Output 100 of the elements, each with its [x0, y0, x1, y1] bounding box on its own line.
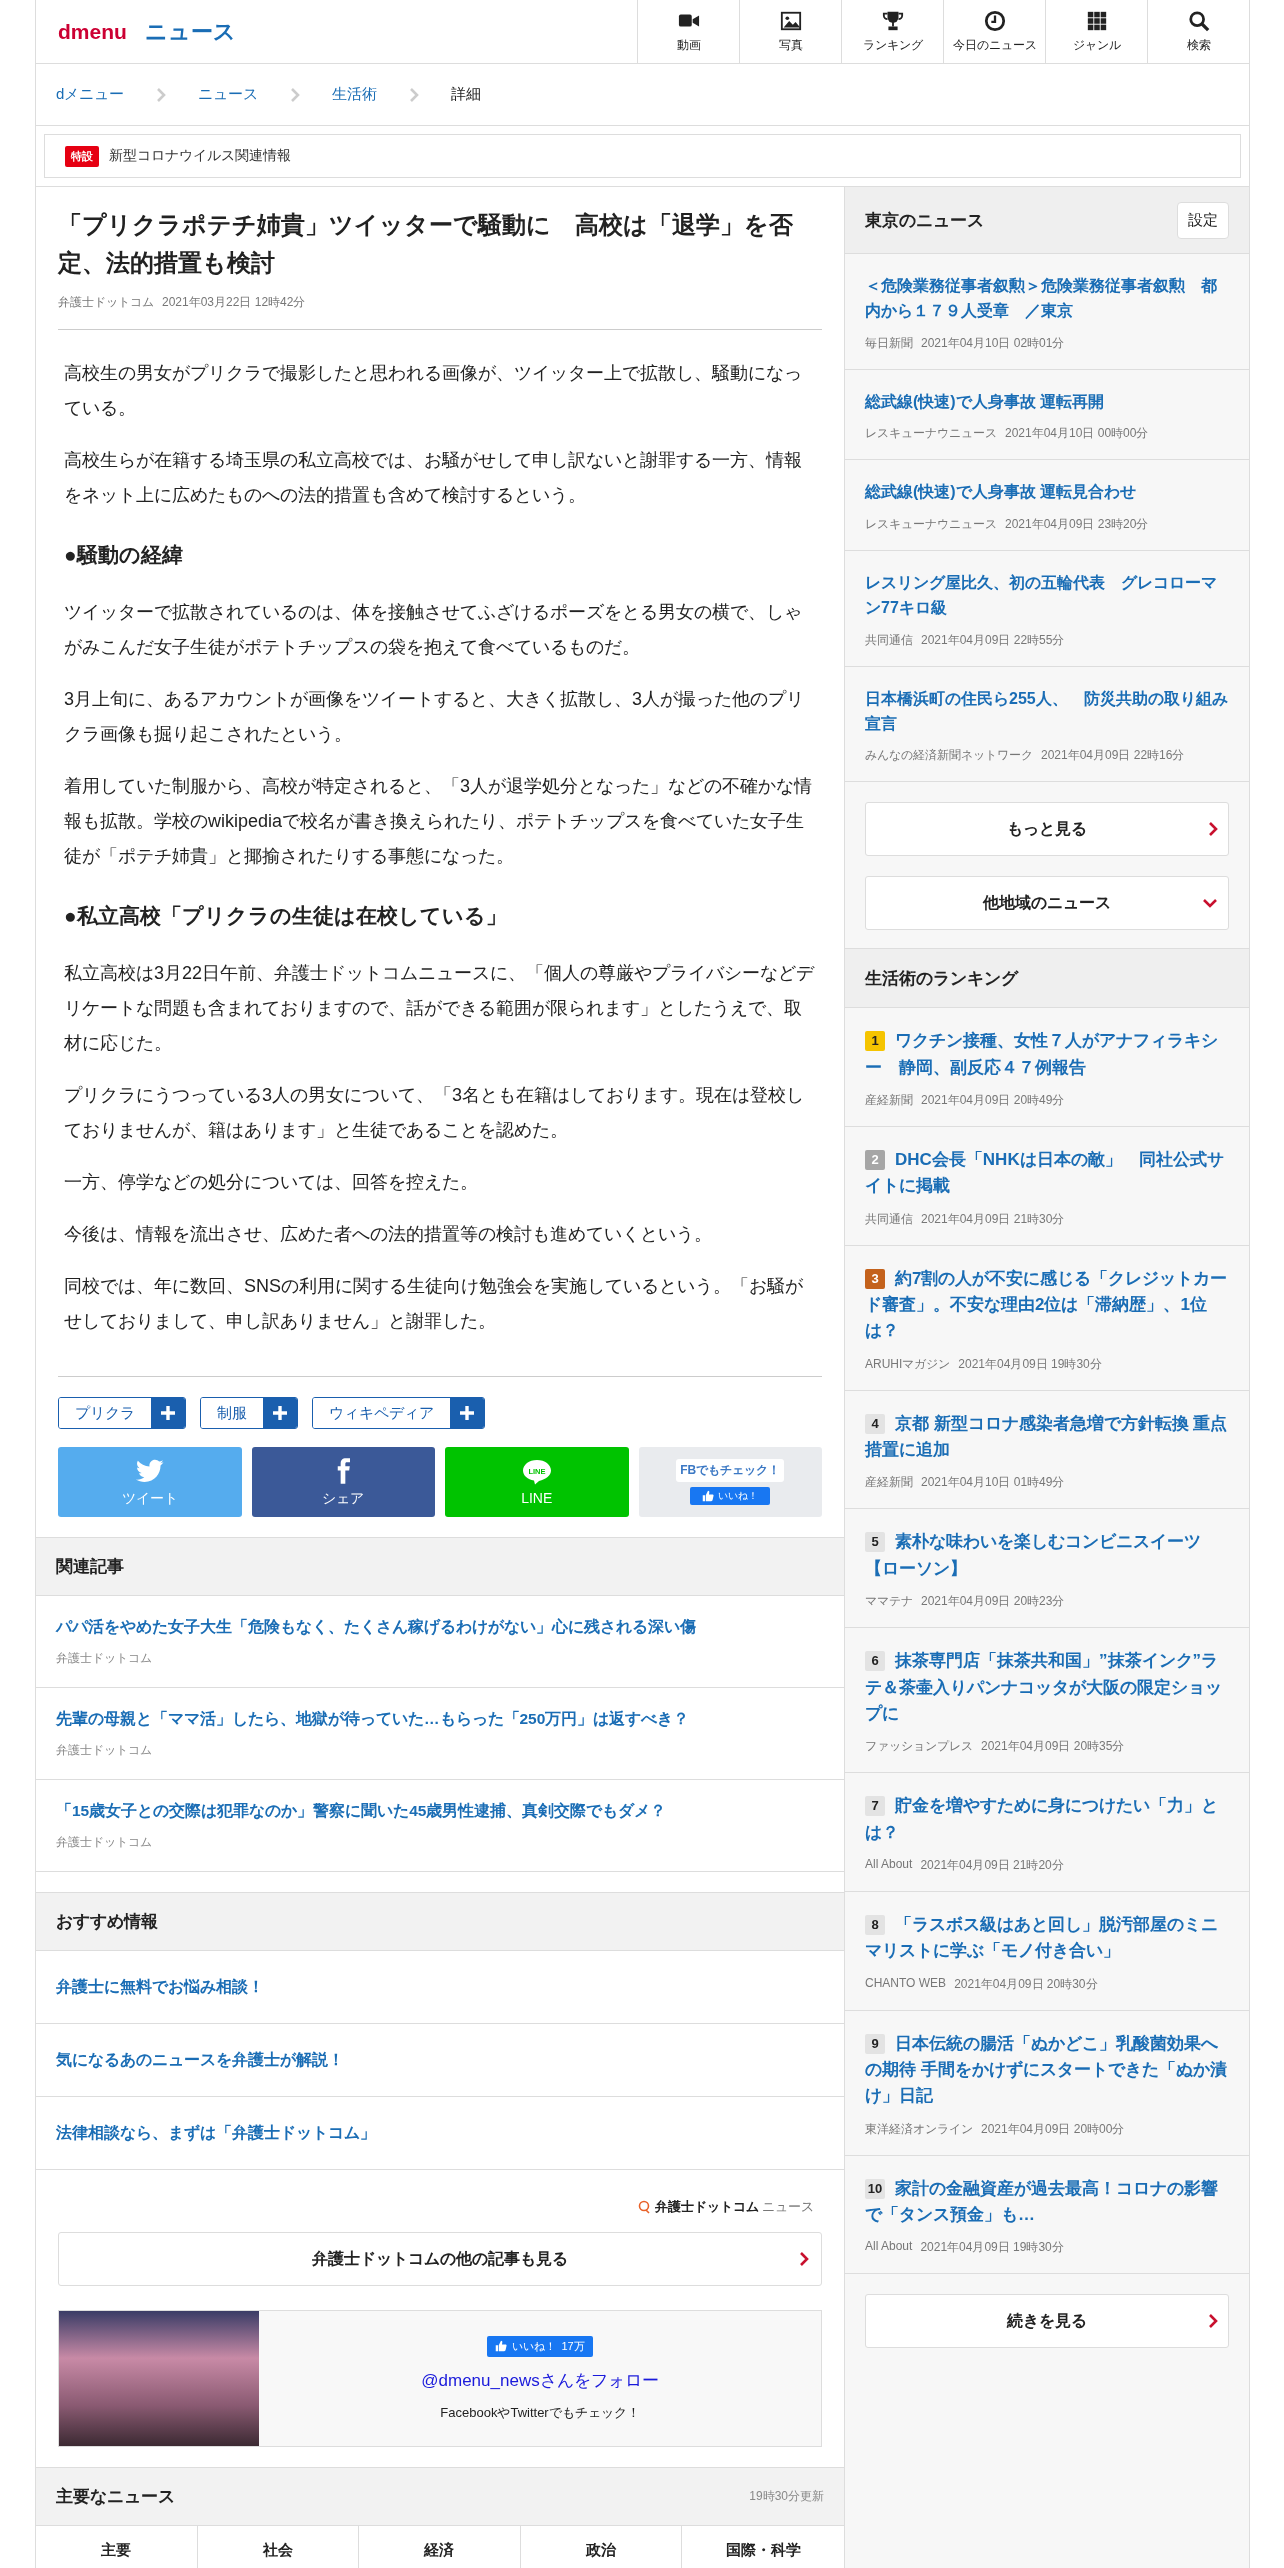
news-date: 2021年04月09日 21時20分 [920, 1856, 1064, 1874]
breadcrumb-link[interactable]: 生活術 [332, 85, 378, 104]
settings-button[interactable]: 設定 [1177, 201, 1229, 239]
section-heading: ●私立高校「プリクラの生徒は在校している」 [64, 903, 508, 930]
nav-link[interactable]: 今日のニュース [943, 0, 1045, 63]
follow-link[interactable]: @dmenu_newsさんをフォロー [421, 2368, 659, 2392]
news-date: 2021年04月10日 00時00分 [1005, 425, 1149, 443]
news-source: ママテナ [865, 1593, 913, 1611]
news-date: 2021年04月09日 22時16分 [1041, 747, 1185, 765]
more-button[interactable]: 続きを見る [865, 2294, 1229, 2349]
add-tag-button[interactable] [263, 1398, 297, 1429]
dmenu-logo[interactable]: dmenu [58, 19, 127, 44]
section-heading: ●騒動の経緯 [64, 542, 184, 569]
special-badge: 特設 [65, 145, 99, 167]
article-paragraph: 3月上旬に、あるアカウントが画像をツイートすると、大きく拡散し、3人が撮った他のプリクラ画像も掘り起こされたという。 [64, 688, 806, 747]
ranking-link[interactable]: 5 素朴な味わいを楽しむコンビニスイーツ【ローソン】 [865, 1529, 1229, 1583]
article-link[interactable]: パパ活をやめた女子大生「危険もなく、たくさん稼げるわけがない」心に残される深い傷 [56, 1617, 824, 1639]
provider-logo-suffix: ニュース [762, 2198, 814, 2217]
plus-icon [459, 1405, 475, 1422]
share-button[interactable]: シェア [251, 1447, 435, 1518]
chevron-right-icon [156, 86, 167, 103]
chevron-right-icon [1208, 821, 1218, 838]
article-link[interactable]: 法律相談なら、まずは「弁護士ドットコム」 [56, 2123, 824, 2145]
nav-link[interactable]: 動画 [637, 0, 739, 63]
news-source: みんなの経済新聞ネットワーク [865, 747, 1033, 765]
news-link[interactable]: 総武線(快速)で人身事故 運転見合わせ [865, 480, 1229, 506]
article-paragraph: ツイッターで拡散されているのは、体を接触させてふざけるポーズをとる男女の横で、しゃがみこんだ女子生徒がポテトチップスの袋を抱えて食べているものだ。 [64, 601, 803, 660]
rank-badge: 10 [865, 2178, 885, 2199]
news-link[interactable]: レスリング屋比久、初の五輪代表 グレコローマン77キロ級 [865, 571, 1229, 621]
more-articles-button[interactable]: 弁護士ドットコムの他の記事も見る [58, 2232, 822, 2287]
article-source: 弁護士ドットコム [58, 294, 154, 312]
section-header: 関連記事 [36, 1537, 844, 1597]
article-paragraph: プリクラにうつっている3人の男女について、「3名とも在籍はしております。現在は登校しておりませんが、籍はあります」と生徒であることを認めた。 [64, 1084, 806, 1143]
search-icon [1187, 10, 1210, 32]
section-header: 主要なニュース [56, 2486, 175, 2509]
ranking-link[interactable]: 9 日本伝統の腸活「ぬかどこ」乳酸菌効果への期待 手間をかけずにスタートできた「ぬか漬け」日記 [865, 2030, 1229, 2110]
breadcrumb-link[interactable]: ニュース [198, 85, 259, 104]
like-button[interactable]: いいね！ [690, 1487, 771, 1506]
ranking-link[interactable]: 7 貯金を増やすために身につけたい「力」とは？ [865, 1793, 1229, 1846]
update-time: 19時30分更新 [749, 2488, 824, 2506]
clock-icon [983, 10, 1006, 32]
news-source: レスキューナウニュース [865, 516, 997, 534]
rank-badge: 4 [865, 1413, 885, 1434]
article-source: 弁護士ドットコム [56, 1650, 153, 1668]
news-source: All About [865, 1856, 913, 1873]
news-source: 共同通信 [865, 631, 913, 649]
news-source: 産経新聞 [865, 1474, 913, 1492]
ranking-link[interactable]: 10 家計の金融資産が過去最高！コロナの影響で「タンス預金」も… [865, 2175, 1229, 2229]
add-tag-button[interactable] [450, 1398, 484, 1429]
news-date: 2021年04月09日 23時20分 [1005, 516, 1149, 534]
article-paragraph: 高校生らが在籍する埼玉県の私立高校では、お騒がせして申し訳ないと謝罪する一方、情報をネット上に広めたものへの法的措置も含めて検討するという。 [64, 449, 803, 508]
news-source: 毎日新聞 [865, 334, 913, 352]
chevron-down-icon [1202, 898, 1218, 909]
rank-badge: 5 [865, 1532, 885, 1553]
ranking-link[interactable]: 4 京都 新型コロナ感染者急増で方針転換 重点措置に追加 [865, 1410, 1229, 1464]
section-header: 生活術のランキング [865, 967, 1018, 990]
news-date: 2021年04月09日 20時23分 [921, 1593, 1065, 1611]
article-link[interactable]: 弁護士に無料でお悩み相談！ [56, 1977, 824, 1999]
article-link[interactable]: 気になるあのニュースを弁護士が解説！ [56, 2050, 824, 2072]
ranking-link[interactable]: 8 「ラスボス級はあと回し」脱汚部屋のミニマリストに学ぶ「モノ付き合い」 [865, 1911, 1229, 1965]
breadcrumb-current: 詳細 [451, 85, 482, 104]
ranking-link[interactable]: 6 抹茶専門店「抹茶共和国」”抹茶インク”ラテ＆茶壷入りパンナコッタが大阪の限定ショップに [865, 1648, 1229, 1728]
nav-link[interactable]: 写真 [739, 0, 841, 63]
news-source: 東洋経済オンライン [865, 2120, 973, 2138]
article-link[interactable]: 先輩の母親と「ママ活」したら、地獄が待っていた…もらった「250万円」は返すべき？ [56, 1709, 824, 1731]
chevron-right-icon [799, 2251, 809, 2268]
news-link[interactable]: ＜危険業務従事者叙勲＞危険業務従事者叙勲 都内から１７９人受章 ／東京 [865, 274, 1229, 324]
other-regions-button[interactable]: 他地域のニュース [865, 876, 1229, 931]
banner-link[interactable]: 新型コロナウイルス関連情報 [109, 147, 291, 165]
news-source: 共同通信 [865, 1210, 913, 1228]
article-link[interactable]: 「15歳女子との交際は犯罪なのか」警察に聞いた45歳男性逮捕、真剣交際でもダメ？ [56, 1801, 824, 1823]
nav-link[interactable]: ジャンル [1045, 0, 1147, 63]
like-button[interactable]: いいね！ 17万 [487, 2335, 593, 2357]
article-paragraph: 今後は、情報を流出させ、広めた者への法的措置等の検討も進めていくという。 [64, 1223, 713, 1247]
article-date: 2021年03月22日 12時42分 [162, 294, 306, 312]
nav-link[interactable]: 検索 [1147, 0, 1249, 63]
news-date: 2021年04月09日 20時00分 [981, 2120, 1125, 2138]
news-link[interactable]: 日本橋浜町の住民ら255人、 防災共助の取り組み宣言 [865, 686, 1229, 737]
news-source: レスキューナウニュース [865, 425, 997, 443]
breadcrumb-link[interactable]: dメニュー [56, 85, 125, 104]
nav-link[interactable]: ランキング [841, 0, 943, 63]
article-paragraph: 同校では、年に数回、SNSの利用に関する生徒向け勉強会を実施しているという。「お騒がせしておりまして、申し訳ありません」と謝罪した。 [64, 1275, 804, 1334]
section-header: 東京のニュース [865, 209, 984, 232]
news-date: 2021年04月09日 20時30分 [954, 1975, 1098, 1993]
ranking-link[interactable]: 3 約7割の人が不安に感じる「クレジットカード審査」。不安な理由2位は「滞納歴」、1位は？ [865, 1265, 1229, 1345]
chevron-right-icon [409, 86, 420, 103]
news-link[interactable]: 総武線(快速)で人身事故 運転再開 [865, 389, 1229, 415]
rank-badge: 3 [865, 1268, 885, 1289]
article-source: 弁護士ドットコム [56, 1742, 153, 1760]
section-header: おすすめ情報 [36, 1892, 844, 1952]
ranking-link[interactable]: 1 ワクチン接種、女性７人がアナフィラキシー 静岡、副反応４７例報告 [865, 1028, 1229, 1082]
chevron-right-icon [1208, 2313, 1218, 2330]
rank-badge: 7 [865, 1796, 885, 1817]
add-tag-button[interactable] [151, 1398, 185, 1429]
news-source: CHANTO WEB [865, 1975, 947, 1992]
news-source: All About [865, 2239, 913, 2256]
thumbs-up-icon [495, 2340, 508, 2353]
more-button[interactable]: もっと見る [865, 802, 1229, 857]
article-source: 弁護士ドットコム [56, 1834, 153, 1852]
ranking-link[interactable]: 2 DHC会長「NHKは日本の敵」 同社公式サイトに掲載 [865, 1147, 1229, 1200]
